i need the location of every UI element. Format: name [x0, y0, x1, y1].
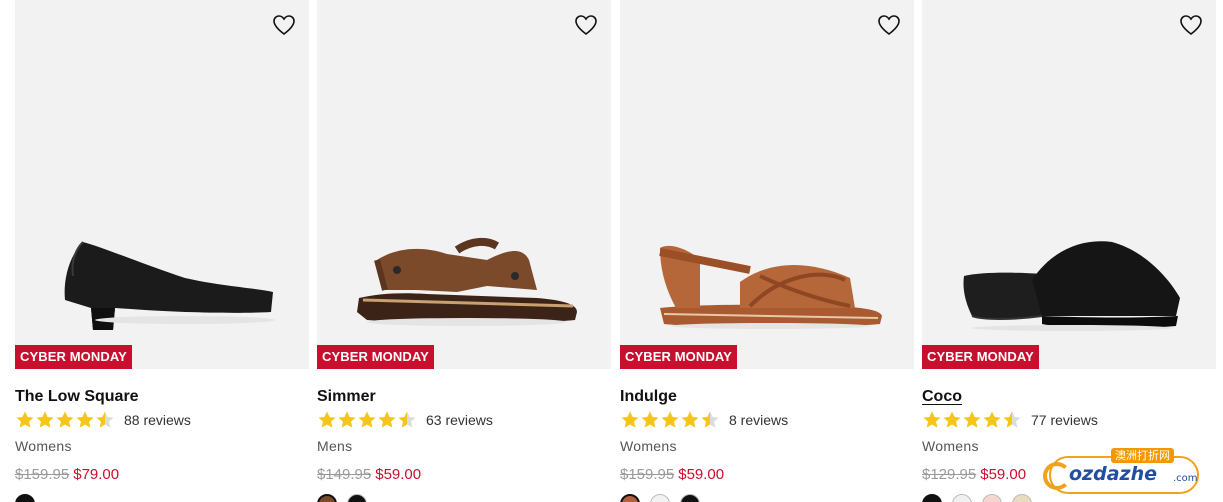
color-swatch[interactable]: [15, 494, 35, 502]
star-icon: [641, 411, 659, 428]
star-rating: [15, 410, 115, 430]
product-price: $159.95 $79.00: [15, 466, 119, 483]
original-price: $159.95: [15, 466, 70, 483]
sale-price: $79.00: [73, 466, 120, 483]
watermark-tag: 澳洲打折网: [1111, 448, 1174, 463]
review-count[interactable]: 8 reviews: [729, 412, 788, 428]
product-image[interactable]: CYBER MONDAY: [922, 0, 1216, 369]
product-name-link[interactable]: The Low Square: [15, 388, 139, 406]
review-count[interactable]: 77 reviews: [1031, 412, 1098, 428]
star-icon: [923, 411, 941, 428]
product-name-link[interactable]: Coco: [922, 388, 962, 406]
color-swatch[interactable]: [620, 494, 640, 502]
color-swatch[interactable]: [650, 494, 670, 502]
star-icon: [943, 411, 961, 428]
product-rating: 77 reviews: [922, 410, 1098, 430]
star-rating: [620, 410, 720, 430]
product-name-link[interactable]: Simmer: [317, 388, 376, 406]
star-icon: [36, 411, 54, 428]
original-price: $149.95: [317, 466, 372, 483]
star-icon: [621, 411, 639, 428]
review-count[interactable]: 63 reviews: [426, 412, 493, 428]
star-icon: [983, 411, 1001, 428]
product-rating: 8 reviews: [620, 410, 788, 430]
color-swatches: [922, 494, 1032, 502]
star-icon: [378, 411, 396, 428]
product-card[interactable]: CYBER MONDAY The Low Square 88 reviews W…: [15, 0, 309, 502]
product-price: $149.95 $59.00: [317, 466, 421, 483]
watermark-brand: ozdazhe: [1069, 463, 1158, 485]
color-swatch[interactable]: [1012, 494, 1032, 502]
shoe-image-black-pump: [64, 241, 275, 330]
color-swatch[interactable]: [680, 494, 700, 502]
original-price: $159.95: [620, 466, 675, 483]
star-icon: [96, 411, 114, 428]
product-price: $129.95 $59.00: [922, 466, 1026, 483]
product-category: Womens: [620, 438, 677, 454]
star-icon: [318, 411, 336, 428]
product-category: Womens: [15, 438, 72, 454]
color-swatches: [317, 494, 367, 502]
shoe-image-brown-sandal: [357, 237, 577, 326]
color-swatch[interactable]: [347, 494, 367, 502]
star-icon: [1003, 411, 1021, 428]
watermark-suffix: .com: [1173, 473, 1198, 484]
color-swatch[interactable]: [982, 494, 1002, 502]
color-swatches: [15, 494, 35, 502]
star-icon: [76, 411, 94, 428]
product-image[interactable]: CYBER MONDAY: [317, 0, 611, 369]
product-category: Mens: [317, 438, 353, 454]
cyber-monday-badge: CYBER MONDAY: [15, 345, 132, 369]
product-image[interactable]: CYBER MONDAY: [15, 0, 309, 369]
star-rating: [922, 410, 1022, 430]
shoe-image-tan-sandal: [659, 245, 882, 329]
sale-price: $59.00: [980, 466, 1027, 483]
product-rating: 63 reviews: [317, 410, 493, 430]
star-icon: [56, 411, 74, 428]
sale-price: $59.00: [678, 466, 725, 483]
color-swatch[interactable]: [922, 494, 942, 502]
color-swatches: [620, 494, 700, 502]
star-icon: [398, 411, 416, 428]
star-icon: [681, 411, 699, 428]
cyber-monday-badge: CYBER MONDAY: [922, 345, 1039, 369]
product-price: $159.95 $59.00: [620, 466, 724, 483]
sale-price: $59.00: [375, 466, 422, 483]
product-card[interactable]: CYBER MONDAY Coco 77 reviews Womens $129…: [922, 0, 1216, 502]
original-price: $129.95: [922, 466, 977, 483]
product-card[interactable]: CYBER MONDAY Simmer 63 reviews Mens $149…: [317, 0, 611, 502]
star-icon: [338, 411, 356, 428]
watermark-ring-icon: [1043, 462, 1071, 490]
star-icon: [358, 411, 376, 428]
cyber-monday-badge: CYBER MONDAY: [317, 345, 434, 369]
product-name-link[interactable]: Indulge: [620, 388, 677, 406]
product-rating: 88 reviews: [15, 410, 191, 430]
product-category: Womens: [922, 438, 979, 454]
star-icon: [661, 411, 679, 428]
star-icon: [963, 411, 981, 428]
wishlist-heart-icon[interactable]: [573, 12, 599, 38]
color-swatch[interactable]: [317, 494, 337, 502]
watermark-logo: 澳洲打折网 ozdazhe .com: [1043, 448, 1213, 498]
star-icon: [16, 411, 34, 428]
product-card[interactable]: CYBER MONDAY Indulge 8 reviews Womens $1…: [620, 0, 914, 502]
star-icon: [701, 411, 719, 428]
product-image[interactable]: CYBER MONDAY: [620, 0, 914, 369]
wishlist-heart-icon[interactable]: [876, 12, 902, 38]
cyber-monday-badge: CYBER MONDAY: [620, 345, 737, 369]
product-grid: CYBER MONDAY The Low Square 88 reviews W…: [15, 0, 1216, 502]
review-count[interactable]: 88 reviews: [124, 412, 191, 428]
wishlist-heart-icon[interactable]: [1178, 12, 1204, 38]
wishlist-heart-icon[interactable]: [271, 12, 297, 38]
shoe-image-black-slide: [963, 241, 1180, 331]
color-swatch[interactable]: [952, 494, 972, 502]
star-rating: [317, 410, 417, 430]
